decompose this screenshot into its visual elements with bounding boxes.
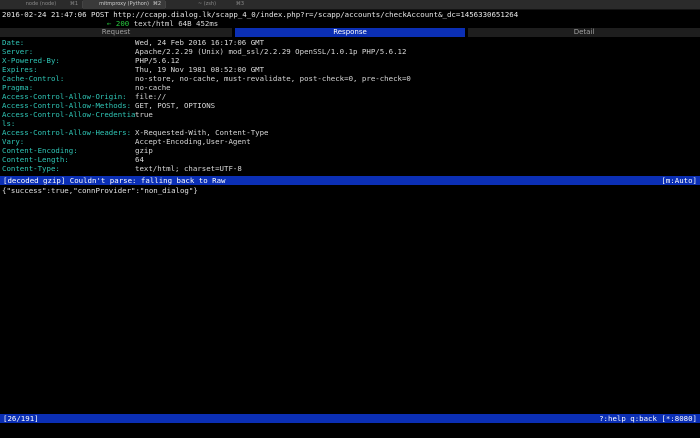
header-value: PHP/5.6.12 [135, 56, 180, 65]
request-url: http://ccapp.dialog.lk/scapp_4_0/index.p… [113, 10, 519, 19]
header-name: ls: [2, 119, 16, 128]
header-name: Pragma: [2, 83, 34, 92]
header-value: 64 [135, 155, 144, 164]
view-mode-indicator[interactable]: [m:Auto] [661, 176, 697, 185]
response-info: text/html 64B 452ms [133, 19, 219, 28]
header-value: GET, POST, OPTIONS [135, 101, 216, 110]
header-name: Vary: [2, 137, 25, 146]
header-name: Expires: [2, 65, 38, 74]
status-code: 200 [115, 19, 130, 28]
header-value: gzip [135, 146, 153, 155]
request-method: POST [91, 10, 109, 19]
tab-shortcut: ⌘2 [152, 1, 161, 7]
header-name: Content-Length: [2, 155, 69, 164]
decode-status-text: [decoded gzip] Couldn't parse: falling b… [3, 176, 226, 185]
header-name: Access-Control-Allow-Headers: [2, 128, 132, 137]
view-tabs: Request Response Detail [0, 28, 700, 37]
decode-status-bar: [decoded gzip] Couldn't parse: falling b… [0, 176, 700, 185]
header-name: Cache-Control: [2, 74, 65, 83]
bottom-status-bar: [26/191] ?:help q:back [*:8080] [0, 414, 700, 423]
tab-detail[interactable]: Detail [468, 28, 700, 37]
header-name: Date: [2, 38, 25, 47]
header-name: Access-Control-Allow-Methods: [2, 101, 132, 110]
header-value: no-store, no-cache, must-revalidate, pos… [135, 74, 411, 83]
header-value: Wed, 24 Feb 2016 16:17:06 GMT [135, 38, 265, 47]
tab-response[interactable]: Response [235, 28, 465, 37]
header-value: no-cache [135, 83, 171, 92]
terminal-tab-bar: node (node) ⌘1 mitmproxy (Python) ⌘2 ~ (… [0, 0, 700, 10]
header-name: Content-Type: [2, 164, 60, 173]
flow-position: [26/191] [3, 414, 39, 423]
header-value: text/html; charset=UTF-8 [135, 164, 242, 173]
header-value: true [135, 110, 153, 119]
header-name: Access-Control-Allow-Origin: [2, 92, 127, 101]
request-line: 2016-02-24 21:47:06 POST http://ccapp.di… [2, 10, 518, 19]
header-name: X-Powered-By: [2, 56, 60, 65]
tab-shortcut: ⌘1 [69, 1, 78, 7]
key-hints: ?:help q:back [*:8080] [599, 414, 697, 423]
header-value: Apache/2.2.29 (Unix) mod_ssl/2.2.29 Open… [135, 47, 407, 56]
response-line: ← 200 text/html 64B 452ms [107, 19, 218, 28]
terminal-tab-node[interactable]: node (node) ⌘1 [0, 0, 82, 9]
tab-label: ~ (zsh) [197, 1, 217, 7]
tab-label: mitmproxy (Python) [99, 1, 149, 7]
header-value: X-Requested-With, Content-Type [135, 128, 269, 137]
tab-request[interactable]: Request [0, 28, 232, 37]
response-body: {"success":true,"connProvider":"non_dial… [2, 186, 198, 195]
terminal-tab-mitmproxy[interactable]: mitmproxy (Python) ⌘2 [83, 0, 165, 9]
header-name: Server: [2, 47, 34, 56]
header-name: Access-Control-Allow-Credentia [2, 110, 136, 119]
tab-shortcut: ⌘3 [235, 1, 244, 7]
request-datetime: 2016-02-24 21:47:06 [2, 10, 87, 19]
header-value: file:// [135, 92, 167, 101]
response-arrow-icon: ← [107, 19, 112, 28]
header-value: Thu, 19 Nov 1981 08:52:00 GMT [135, 65, 265, 74]
tab-label: node (node) [25, 1, 57, 7]
header-value: Accept-Encoding,User-Agent [135, 137, 251, 146]
terminal-tab-zsh[interactable]: ~ (zsh) ⌘3 [166, 0, 248, 9]
header-name: Content-Encoding: [2, 146, 78, 155]
